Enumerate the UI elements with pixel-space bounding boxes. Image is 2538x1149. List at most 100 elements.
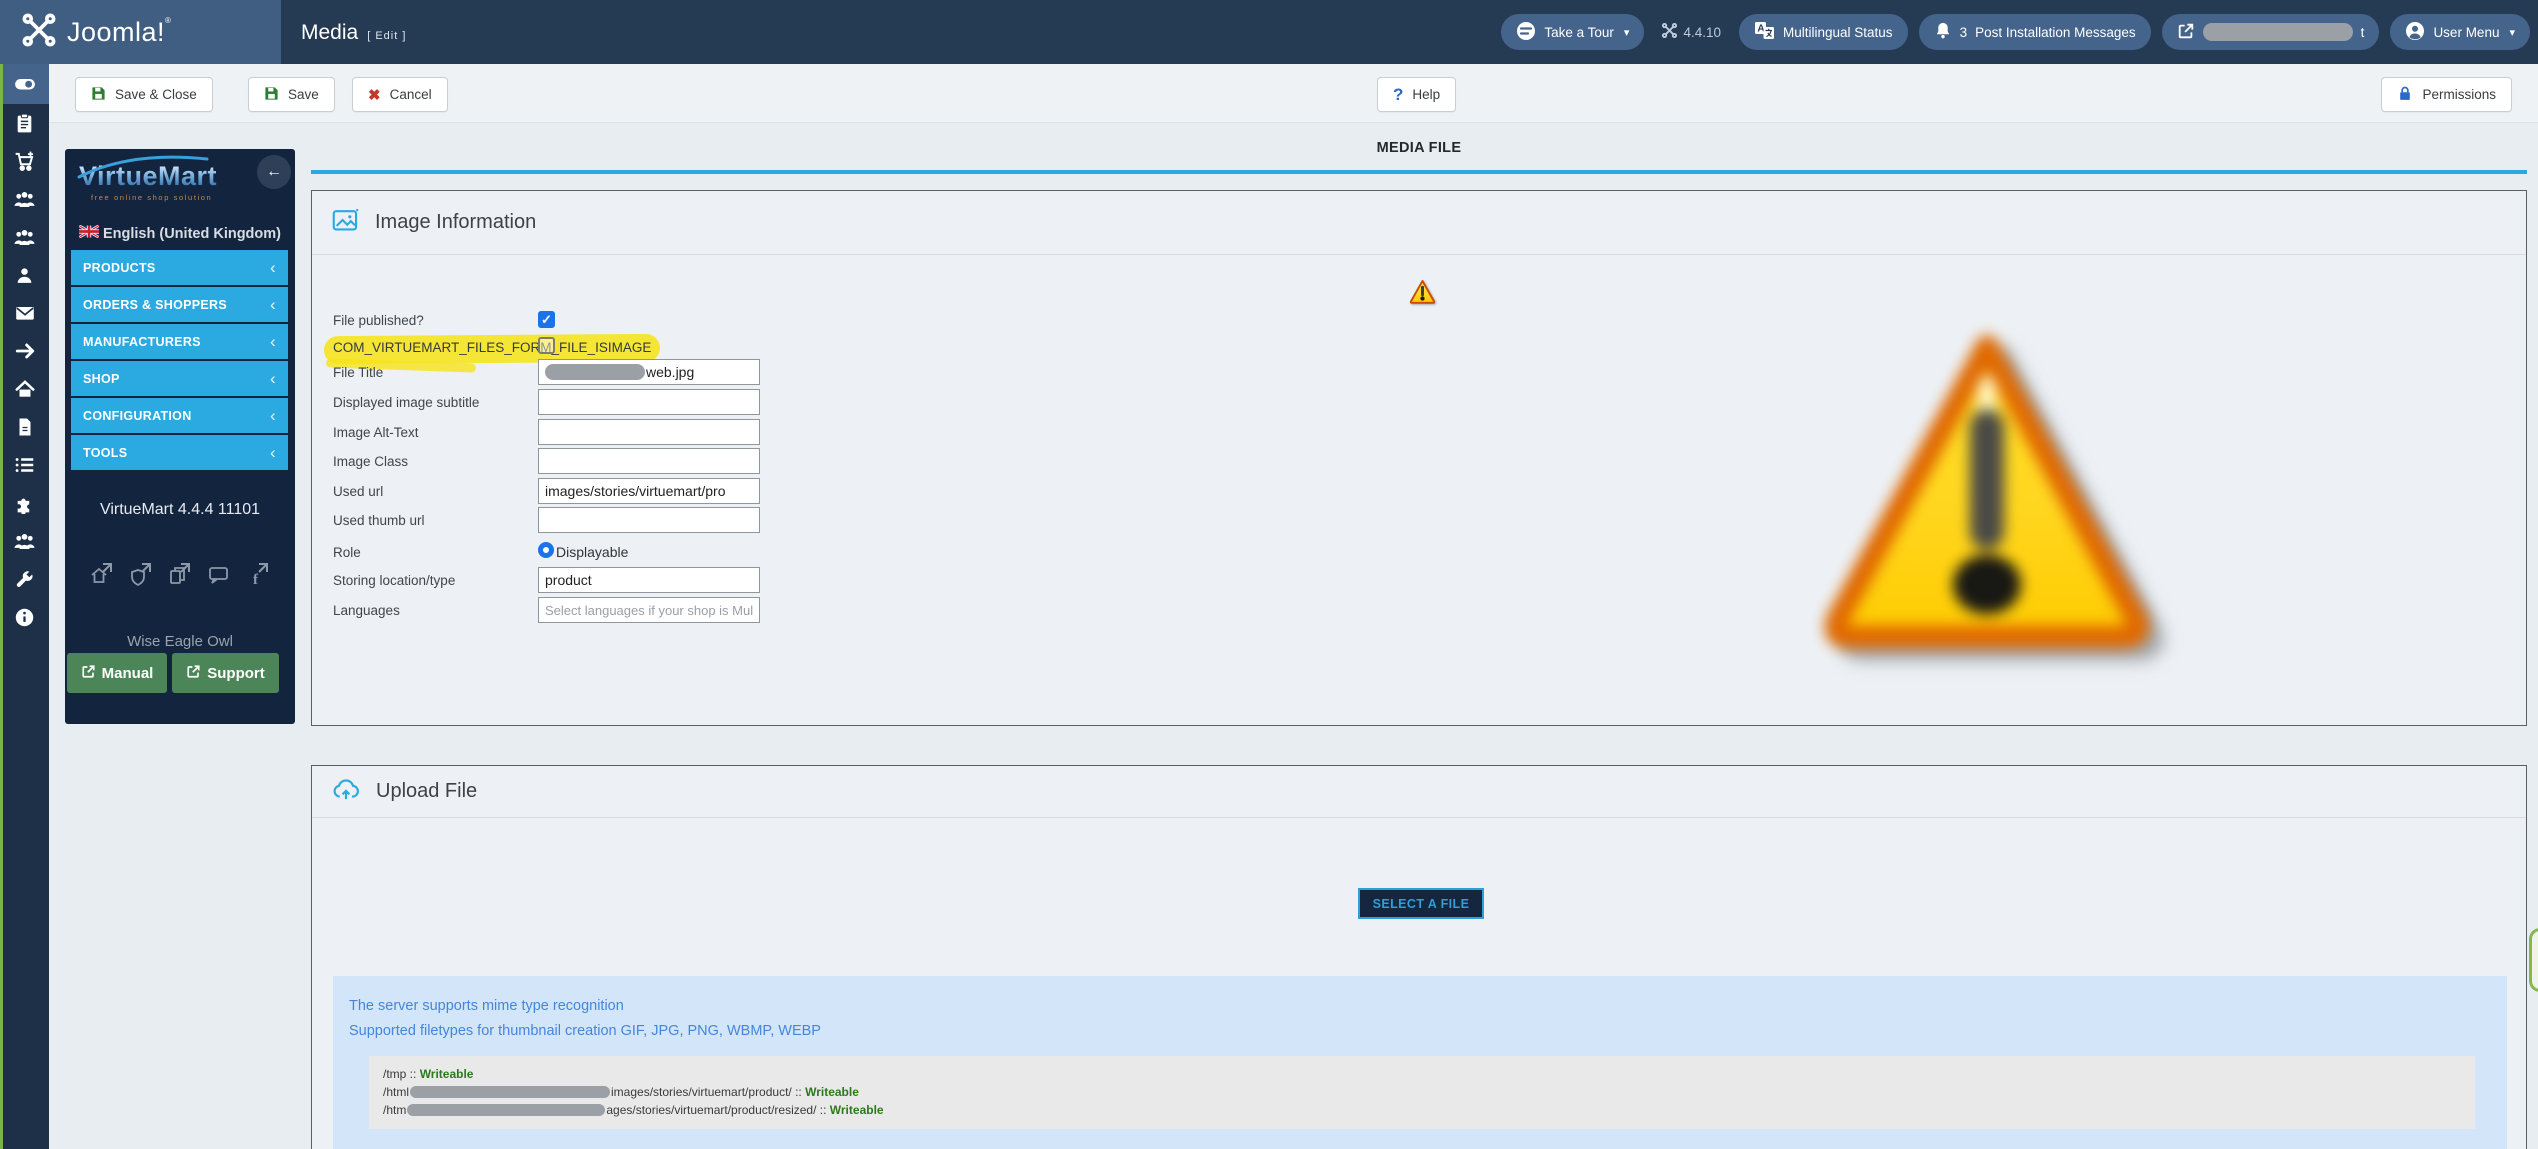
rail-item-envelope[interactable] xyxy=(0,294,49,332)
rail-item-users-group[interactable] xyxy=(0,218,49,256)
tab-media-file[interactable]: MEDIA FILE xyxy=(311,140,2527,156)
rail-item-arrow-right[interactable] xyxy=(0,332,49,370)
permissions-button[interactable]: Permissions xyxy=(2381,77,2512,112)
field-label: Used thumb url xyxy=(333,513,533,528)
post-installation-messages-button[interactable]: 3 Post Installation Messages xyxy=(1919,14,2151,50)
external-link-pill[interactable]: t xyxy=(2162,14,2380,50)
is-image-checkbox[interactable] xyxy=(538,337,555,354)
image-icon xyxy=(332,208,359,237)
rail-item-home[interactable] xyxy=(0,370,49,408)
field-label: Storing location/type xyxy=(333,573,533,588)
chat-icon[interactable] xyxy=(206,561,232,587)
question-icon: ? xyxy=(1393,85,1403,105)
rail-item-info-circle[interactable] xyxy=(0,598,49,636)
lock-icon xyxy=(2397,85,2413,105)
alt-text-input[interactable] xyxy=(538,419,760,445)
signpost-icon xyxy=(1516,21,1536,44)
rail-item-users-group[interactable] xyxy=(0,180,49,218)
field-label: Image Class xyxy=(333,454,533,469)
field-label: Image Alt-Text xyxy=(333,425,533,440)
chevron-left-icon: ‹ xyxy=(270,443,276,463)
used-thumb-url-input[interactable] xyxy=(538,507,760,533)
support-button[interactable]: Support xyxy=(172,653,279,693)
manual-button[interactable]: Manual xyxy=(67,653,167,693)
rail-item-document[interactable] xyxy=(0,408,49,446)
save-button[interactable]: Save xyxy=(248,77,335,112)
writable-path: /tmp :: Writeable xyxy=(383,1065,2475,1083)
tab-active-underline xyxy=(311,170,2527,174)
info-line: Supported filetypes for thumbnail creati… xyxy=(349,1023,821,1039)
field-label: Used url xyxy=(333,484,533,499)
chevron-left-icon: ‹ xyxy=(270,369,276,389)
rail-item-list[interactable] xyxy=(0,446,49,484)
browser-edge-widget[interactable] xyxy=(2529,928,2538,992)
user-icon xyxy=(2405,21,2425,44)
save-and-close-button[interactable]: Save & Close xyxy=(75,77,213,112)
storing-location-input[interactable] xyxy=(538,567,760,593)
path-text: /htm xyxy=(383,1101,406,1119)
virtuemart-logo: VirtueMart free online shop solution xyxy=(79,161,249,202)
help-button[interactable]: ? Help xyxy=(1377,77,1456,112)
redacted-text xyxy=(410,1086,610,1098)
sidebar-item-manufacturers[interactable]: MANUFACTURERS‹ xyxy=(71,324,288,359)
used-url-input[interactable] xyxy=(538,478,760,504)
joomla-logo[interactable]: Joomla!® xyxy=(0,0,281,64)
sidebar-collapse-button[interactable]: ← xyxy=(257,155,291,189)
rail-item-cart-plus[interactable] xyxy=(0,142,49,180)
rail-item-users-group[interactable] xyxy=(0,522,49,560)
subtitle-input[interactable] xyxy=(538,389,760,415)
take-a-tour-button[interactable]: Take a Tour ▾ xyxy=(1501,14,1644,50)
sidebar-item-shop[interactable]: SHOP‹ xyxy=(71,361,288,396)
image-class-input[interactable] xyxy=(538,448,760,474)
rail-item-puzzle[interactable] xyxy=(0,484,49,522)
file-published-checkbox[interactable]: ✓ xyxy=(538,311,555,328)
external-link-icon xyxy=(2177,22,2195,43)
page: Joomla!® Media [ Edit ] Take a Tour ▾ 4.… xyxy=(0,0,2538,1149)
chevron-left-icon: ‹ xyxy=(270,332,276,352)
documents-external-link-icon[interactable] xyxy=(167,561,193,587)
redacted-text xyxy=(407,1104,605,1116)
role-displayable-radio[interactable] xyxy=(538,542,554,558)
sidebar-item-tools[interactable]: TOOLS‹ xyxy=(71,435,288,470)
redacted-text xyxy=(2203,23,2353,41)
sidebar-menu: PRODUCTS‹ ORDERS & SHOPPERS‹ MANUFACTURE… xyxy=(71,250,288,472)
rail-item-user[interactable] xyxy=(0,256,49,294)
external-link-icon xyxy=(186,664,201,683)
external-link-icon xyxy=(81,664,96,683)
user-menu-button[interactable]: User Menu ▾ xyxy=(2390,14,2530,50)
multilingual-status-button[interactable]: A Multilingual Status xyxy=(1739,14,1908,50)
virtuemart-version: VirtueMart 4.4.4 11101 xyxy=(65,501,295,519)
shop-language-selector[interactable]: English (United Kingdom) xyxy=(65,225,295,242)
path-text: /html xyxy=(383,1083,409,1101)
svg-text:f: f xyxy=(253,572,259,587)
page-title: Media [ Edit ] xyxy=(301,0,406,64)
languages-input[interactable] xyxy=(538,597,760,623)
rail-item-clipboard[interactable] xyxy=(0,104,49,142)
writable-path: /htmlimages/stories/virtuemart/product/ … xyxy=(383,1083,2475,1101)
home-external-link-icon[interactable] xyxy=(89,561,115,587)
rail-item-wrench[interactable] xyxy=(0,560,49,598)
chevron-down-icon: ▾ xyxy=(1624,26,1630,39)
joomla-knot-icon xyxy=(1662,23,1677,41)
admin-icon-rail xyxy=(0,64,49,1149)
rail-item-component-toggle[interactable] xyxy=(0,64,49,104)
sidebar-item-orders-shoppers[interactable]: ORDERS & SHOPPERS‹ xyxy=(71,287,288,322)
bell-icon xyxy=(1934,21,1952,43)
radio-label: Displayable xyxy=(556,544,628,560)
panel-title: Image Information xyxy=(375,211,536,234)
check-icon: ✓ xyxy=(541,312,552,328)
file-title-input[interactable]: web.jpg xyxy=(538,359,760,385)
facebook-external-link-icon[interactable]: f xyxy=(245,561,271,587)
path-text: ages/stories/virtuemart/product/resized/… xyxy=(606,1101,829,1119)
sidebar-item-products[interactable]: PRODUCTS‹ xyxy=(71,250,288,285)
warning-image-preview xyxy=(1817,329,2157,651)
chevron-down-icon: ▾ xyxy=(2509,26,2515,39)
writeable-status: Writeable xyxy=(830,1101,884,1119)
select-a-file-button[interactable]: SELECT A FILE xyxy=(1358,888,1484,919)
panel-header: Image Information xyxy=(312,191,2526,255)
field-label: File published? xyxy=(333,313,533,328)
cancel-button[interactable]: ✖ Cancel xyxy=(352,77,448,112)
shield-external-link-icon[interactable] xyxy=(128,561,154,587)
sidebar-item-configuration[interactable]: CONFIGURATION‹ xyxy=(71,398,288,433)
panel-header: Upload File xyxy=(312,766,2526,818)
